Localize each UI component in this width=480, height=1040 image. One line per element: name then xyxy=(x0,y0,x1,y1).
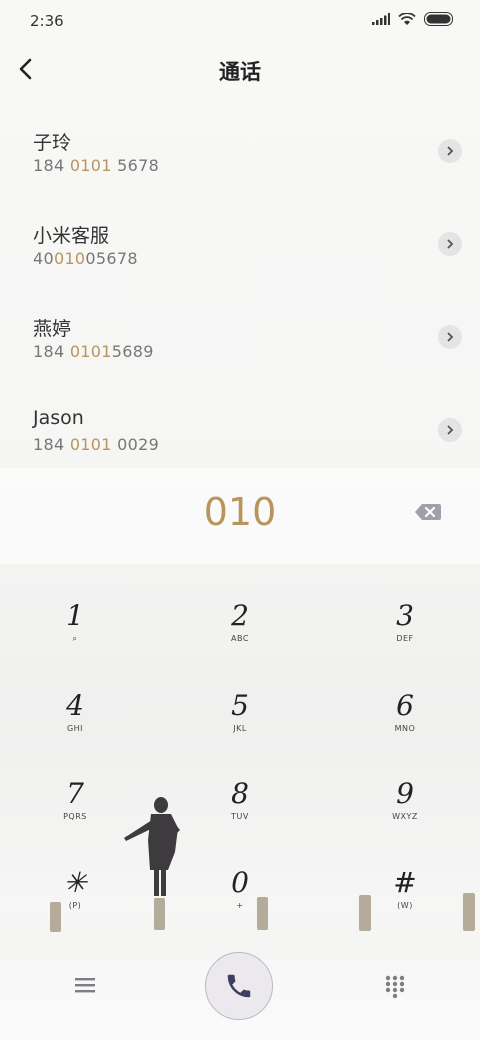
contact-suggestions: 子玲 184 0101 5678 小米客服 4001005678 燕婷 184 … xyxy=(0,112,480,484)
contact-detail-button[interactable] xyxy=(438,139,462,163)
contact-name: 子玲 xyxy=(33,132,72,154)
key-5[interactable]: 5 JKL xyxy=(180,690,300,760)
header: 通话 xyxy=(0,48,480,92)
contact-detail-button[interactable] xyxy=(438,232,462,256)
contact-name: 小米客服 xyxy=(33,225,110,247)
contact-number: 184 0101 0029 xyxy=(33,435,160,454)
key-2[interactable]: 2 ABC xyxy=(180,600,300,670)
contact-name: Jason xyxy=(33,407,84,429)
call-button[interactable] xyxy=(205,952,273,1020)
contact-row[interactable]: 子玲 184 0101 5678 xyxy=(0,112,480,205)
key-star[interactable]: ✳ (P) xyxy=(15,867,135,937)
key-3[interactable]: 3 DEF xyxy=(345,600,465,670)
contact-detail-button[interactable] xyxy=(438,325,462,349)
status-icons xyxy=(372,12,454,26)
chevron-right-icon xyxy=(447,332,454,342)
status-time: 2:36 xyxy=(30,12,64,30)
dialed-number: 010 xyxy=(203,490,277,534)
dialed-number-display: 010 xyxy=(0,468,480,564)
backspace-icon[interactable] xyxy=(414,502,442,522)
chevron-right-icon xyxy=(447,146,454,156)
page-title: 通话 xyxy=(219,60,261,84)
bottom-action-bar xyxy=(0,948,480,1040)
dialpad-icon[interactable] xyxy=(384,974,406,1000)
key-hash[interactable]: # (W) xyxy=(345,867,465,937)
key-4[interactable]: 4 GHI xyxy=(15,690,135,760)
chevron-right-icon xyxy=(447,239,454,249)
phone-icon xyxy=(227,974,251,998)
contact-number: 184 0101 5678 xyxy=(33,156,160,175)
key-7[interactable]: 7 PQRS xyxy=(15,778,135,848)
contact-number: 184 01015689 xyxy=(33,342,154,361)
contact-number: 4001005678 xyxy=(33,249,138,268)
key-1[interactable]: 1 ⌕ xyxy=(15,600,135,670)
key-6[interactable]: 6 MNO xyxy=(345,690,465,760)
battery-icon xyxy=(424,12,453,26)
status-bar: 2:36 xyxy=(0,0,480,40)
key-9[interactable]: 9 WXYZ xyxy=(345,778,465,848)
contact-detail-button[interactable] xyxy=(438,418,462,442)
voicemail-icon: ⌕ xyxy=(72,634,78,643)
key-0[interactable]: 0 + xyxy=(180,867,300,937)
contact-row[interactable]: 燕婷 184 01015689 xyxy=(0,298,480,391)
menu-icon[interactable] xyxy=(72,974,98,996)
contact-row[interactable]: 小米客服 4001005678 xyxy=(0,205,480,298)
signal-icon xyxy=(372,13,390,25)
key-8[interactable]: 8 TUV xyxy=(180,778,300,848)
contact-name: 燕婷 xyxy=(33,318,72,340)
wifi-icon xyxy=(398,12,416,25)
chevron-right-icon xyxy=(447,425,454,435)
